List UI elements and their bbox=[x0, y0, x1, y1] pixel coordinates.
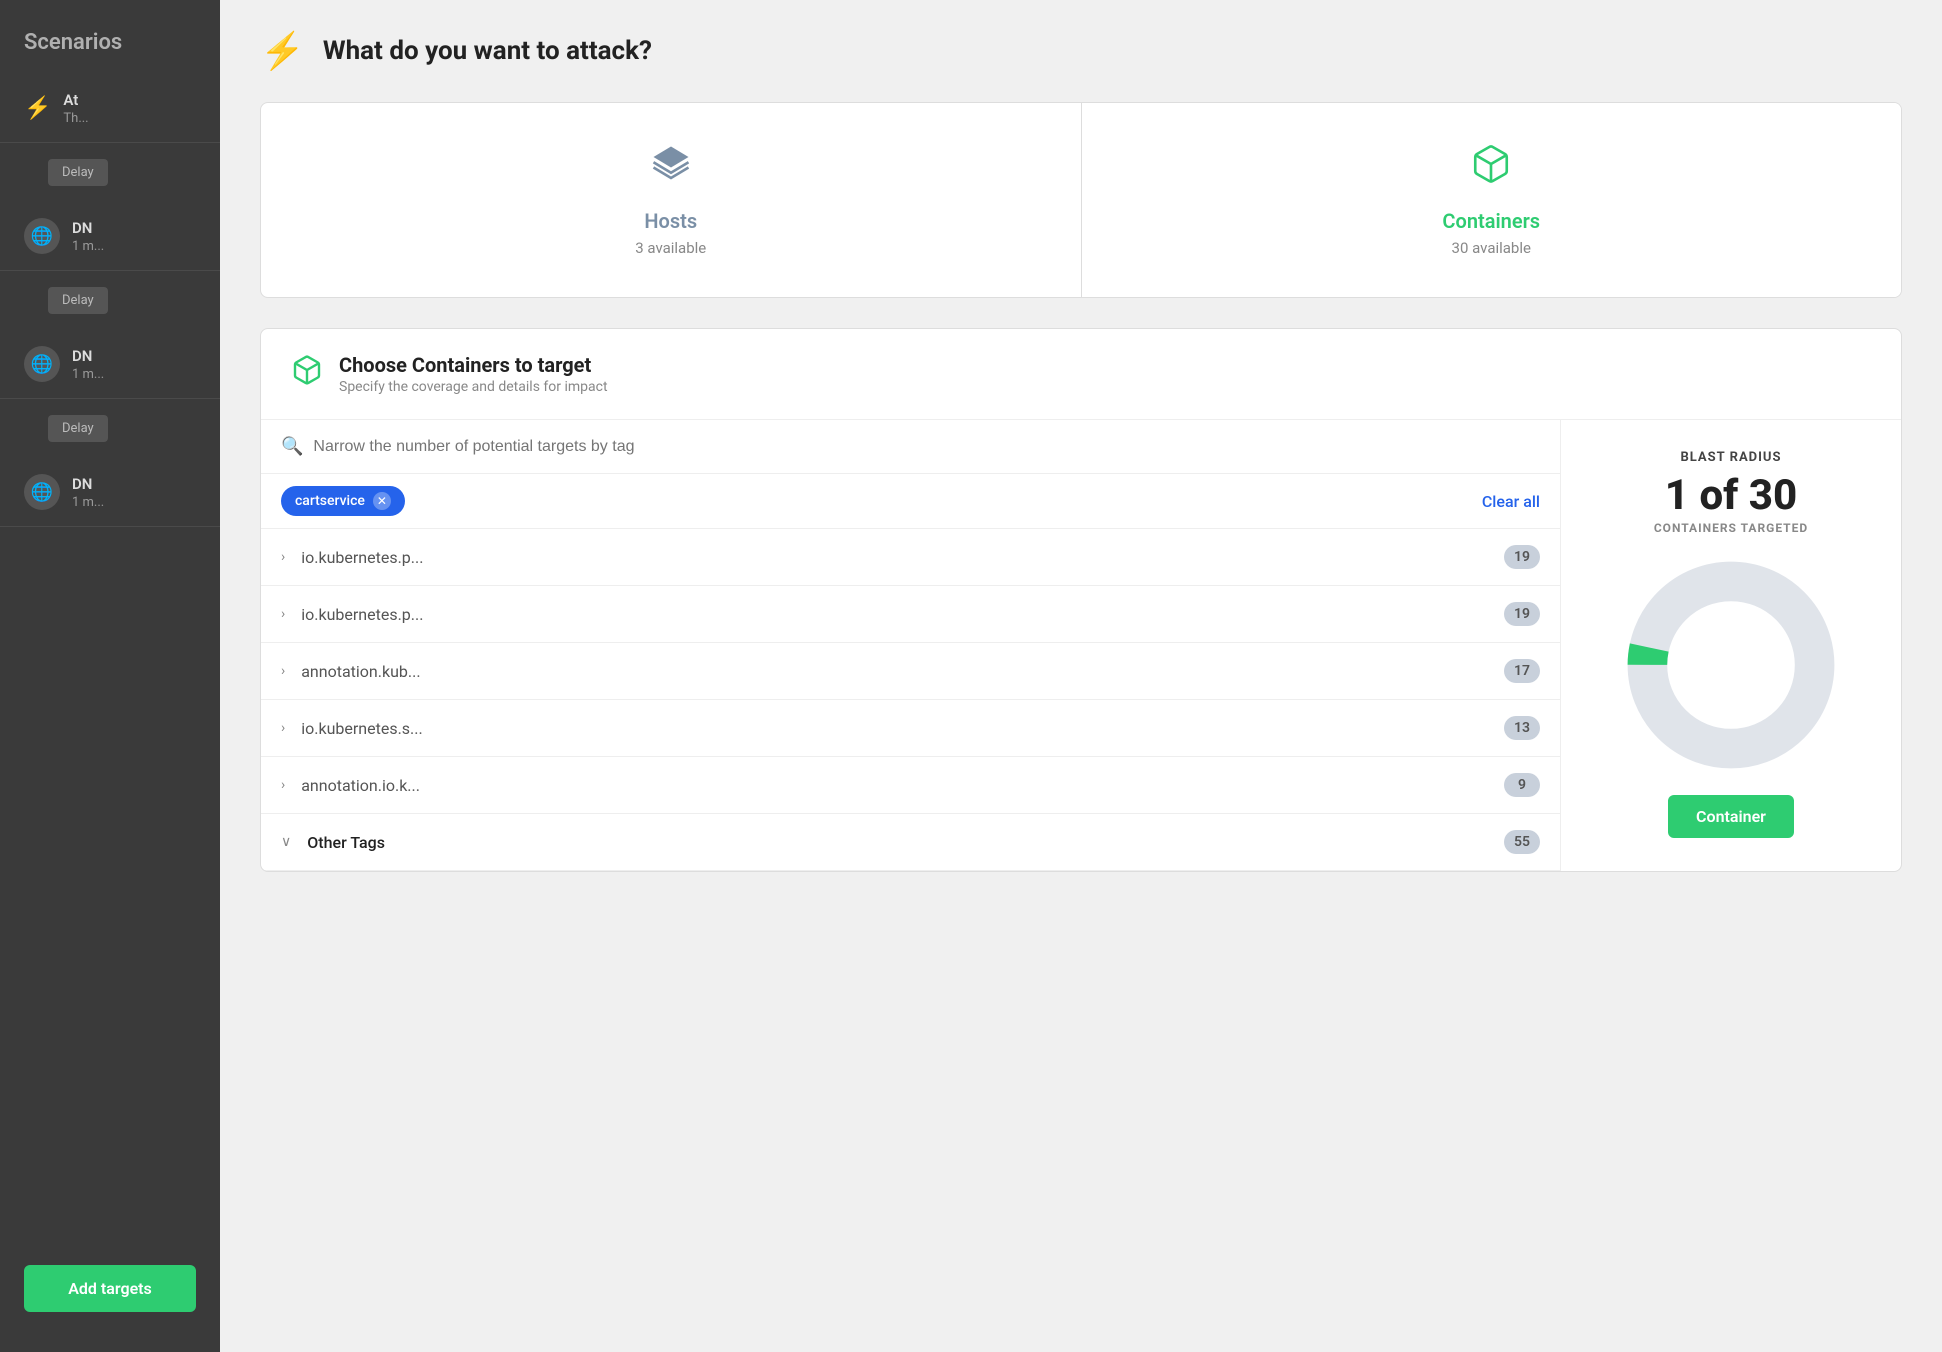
sidebar-delay-2: Delay bbox=[48, 287, 108, 314]
containers-icon bbox=[1470, 143, 1512, 195]
bolt-icon: ⚡ bbox=[24, 96, 51, 121]
sidebar-item-name-3: DN bbox=[72, 347, 104, 365]
tag-filter-area: 🔍 cartservice ✕ Clear all › bbox=[261, 420, 1561, 871]
blast-radius-panel: BLAST RADIUS 1 of 30 CONTAINERS TARGETED bbox=[1561, 420, 1901, 871]
chevron-down-icon-5: ∨ bbox=[281, 834, 291, 850]
tag-name-3: io.kubernetes.s... bbox=[301, 719, 1504, 738]
choose-containers-section: Choose Containers to target Specify the … bbox=[260, 328, 1902, 872]
tag-count-5: 55 bbox=[1504, 830, 1540, 854]
search-bar[interactable]: 🔍 bbox=[261, 420, 1560, 474]
choose-section-header: Choose Containers to target Specify the … bbox=[261, 329, 1901, 420]
chevron-right-icon-4: › bbox=[281, 777, 285, 793]
chevron-right-icon-1: › bbox=[281, 606, 285, 622]
containers-card[interactable]: Containers 30 available bbox=[1082, 103, 1902, 297]
choose-section-icon bbox=[291, 354, 323, 394]
target-type-cards: Hosts 3 available Containers 30 availabl… bbox=[260, 102, 1902, 298]
tag-row-2[interactable]: › annotation.kub... 17 bbox=[261, 643, 1560, 700]
sidebar-delay-1: Delay bbox=[48, 159, 108, 186]
tag-row-1[interactable]: › io.kubernetes.p... 19 bbox=[261, 586, 1560, 643]
tag-chip-remove[interactable]: ✕ bbox=[373, 492, 391, 510]
sidebar-item-sub-3: 1 m... bbox=[72, 367, 104, 382]
sidebar-item-1[interactable]: ⚡ At Th... bbox=[0, 75, 220, 143]
tag-name-1: io.kubernetes.p... bbox=[301, 605, 1504, 624]
chevron-right-icon-0: › bbox=[281, 549, 285, 565]
tag-count-1: 19 bbox=[1504, 602, 1540, 626]
sidebar-item-name-2: DN bbox=[72, 219, 104, 237]
page-header: ⚡ What do you want to attack? bbox=[260, 30, 1902, 72]
blast-radius-donut bbox=[1621, 555, 1841, 775]
sidebar-item-sub-1: Th... bbox=[63, 111, 88, 126]
chevron-right-icon-2: › bbox=[281, 663, 285, 679]
globe-icon-3: 🌐 bbox=[24, 346, 60, 382]
tag-chip-label: cartservice bbox=[295, 493, 365, 509]
globe-icon-4: 🌐 bbox=[24, 474, 60, 510]
tag-name-4: annotation.io.k... bbox=[301, 776, 1504, 795]
containers-count: 30 available bbox=[1452, 239, 1531, 257]
sidebar-item-4[interactable]: 🌐 DN 1 m... bbox=[0, 458, 220, 527]
tag-chip-cartservice[interactable]: cartservice ✕ bbox=[281, 486, 405, 516]
sidebar-item-3[interactable]: 🌐 DN 1 m... bbox=[0, 330, 220, 399]
sidebar-item-sub-2: 1 m... bbox=[72, 239, 104, 254]
tag-row-4[interactable]: › annotation.io.k... 9 bbox=[261, 757, 1560, 814]
chevron-right-icon-3: › bbox=[281, 720, 285, 736]
page-title: What do you want to attack? bbox=[323, 36, 652, 66]
choose-body: 🔍 cartservice ✕ Clear all › bbox=[261, 420, 1901, 871]
hosts-card[interactable]: Hosts 3 available bbox=[261, 103, 1082, 297]
tag-row-3[interactable]: › io.kubernetes.s... 13 bbox=[261, 700, 1560, 757]
tag-count-0: 19 bbox=[1504, 545, 1540, 569]
tag-count-2: 17 bbox=[1504, 659, 1540, 683]
choose-section-subtitle: Specify the coverage and details for imp… bbox=[339, 379, 608, 395]
active-tags-list: cartservice ✕ bbox=[281, 486, 405, 516]
tag-row-5[interactable]: ∨ Other Tags 55 bbox=[261, 814, 1560, 871]
container-button[interactable]: Container bbox=[1668, 795, 1794, 838]
tag-row-0[interactable]: › io.kubernetes.p... 19 bbox=[261, 529, 1560, 586]
clear-all-button[interactable]: Clear all bbox=[1482, 492, 1540, 511]
hosts-count: 3 available bbox=[635, 239, 706, 257]
choose-section-title: Choose Containers to target bbox=[339, 353, 608, 377]
blast-radius-title: BLAST RADIUS bbox=[1680, 450, 1781, 465]
globe-icon-2: 🌐 bbox=[24, 218, 60, 254]
search-icon: 🔍 bbox=[281, 436, 303, 457]
active-tags-row: cartservice ✕ Clear all bbox=[261, 474, 1560, 529]
sidebar-item-sub-4: 1 m... bbox=[72, 495, 104, 510]
add-targets-button[interactable]: Add targets bbox=[24, 1265, 196, 1312]
sidebar-item-2[interactable]: 🌐 DN 1 m... bbox=[0, 202, 220, 271]
tag-name-2: annotation.kub... bbox=[301, 662, 1504, 681]
tag-name-5: Other Tags bbox=[307, 833, 1504, 852]
hosts-icon bbox=[650, 143, 692, 195]
tag-name-0: io.kubernetes.p... bbox=[301, 548, 1504, 567]
sidebar-item-name-4: DN bbox=[72, 475, 104, 493]
search-input[interactable] bbox=[313, 438, 1540, 456]
sidebar-item-name-1: At bbox=[63, 91, 88, 109]
choose-section-text: Choose Containers to target Specify the … bbox=[339, 353, 608, 395]
sidebar-title: Scenarios bbox=[0, 20, 220, 75]
sidebar: Scenarios ⚡ At Th... Delay 🌐 DN 1 m... D… bbox=[0, 0, 220, 1352]
blast-radius-count: 1 of 30 bbox=[1665, 475, 1797, 517]
header-bolt-icon: ⚡ bbox=[260, 30, 305, 72]
tag-count-3: 13 bbox=[1504, 716, 1540, 740]
hosts-label: Hosts bbox=[644, 209, 697, 233]
tag-count-4: 9 bbox=[1504, 773, 1540, 797]
main-content: ⚡ What do you want to attack? Hosts 3 av… bbox=[220, 0, 1942, 1352]
containers-label: Containers bbox=[1442, 209, 1540, 233]
blast-radius-label: CONTAINERS TARGETED bbox=[1654, 521, 1808, 535]
sidebar-delay-3: Delay bbox=[48, 415, 108, 442]
